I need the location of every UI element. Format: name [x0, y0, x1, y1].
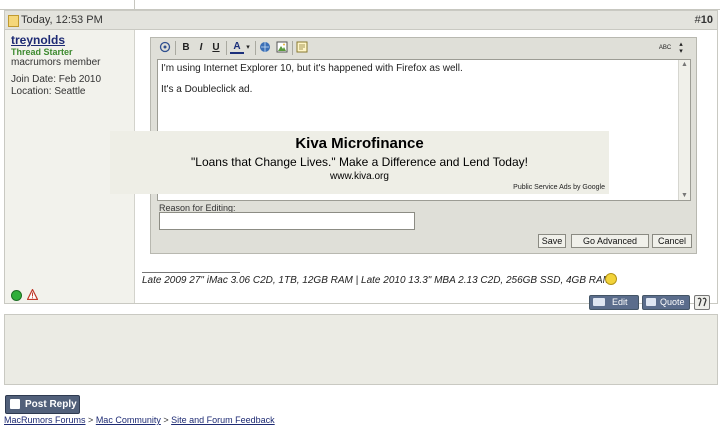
toolbar-menu-icon[interactable] [159, 41, 171, 55]
toolbar-separator [255, 41, 256, 55]
user-title: macrumors member [11, 57, 101, 68]
image-icon [276, 41, 288, 53]
post-date: Today, 12:53 PM [21, 14, 103, 26]
post-icon [8, 15, 19, 27]
thread-starter-label: Thread Starter [11, 47, 73, 57]
textarea-scrollbar[interactable]: ▲ ▼ [678, 60, 690, 200]
ad-attribution[interactable]: Public Service Ads by Google [513, 184, 605, 191]
quote-block-icon [296, 41, 308, 53]
breadcrumb-link-forums[interactable]: MacRumors Forums [4, 415, 86, 425]
insert-image-icon[interactable] [276, 41, 288, 55]
post-number[interactable]: #10 [695, 14, 713, 26]
breadcrumb-link-feedback[interactable]: Site and Forum Feedback [171, 415, 275, 425]
globe-icon [260, 42, 270, 52]
breadcrumb-separator: > [88, 415, 94, 425]
cancel-button[interactable]: Cancel [652, 234, 692, 248]
online-status-icon [11, 290, 22, 301]
post-header: Today, 12:53 PM #10 [5, 11, 717, 30]
toolbar-separator [292, 41, 293, 55]
previous-post-bottom [0, 0, 720, 10]
breadcrumb-link-community[interactable]: Mac Community [96, 415, 161, 425]
format-icon [159, 41, 171, 53]
quote-label: Quote [660, 297, 685, 307]
font-color-button[interactable]: A [230, 41, 244, 54]
spellcheck-button[interactable]: ABC [658, 41, 672, 55]
post-reply-button[interactable]: Post Reply [5, 395, 80, 414]
edit-label: Edit [612, 297, 628, 307]
italic-button[interactable]: I [195, 41, 207, 55]
quote-button[interactable]: Quote [642, 295, 690, 310]
breadcrumb-separator: > [163, 415, 169, 425]
save-button[interactable]: Save [538, 234, 566, 248]
ad-url[interactable]: www.kiva.org [110, 171, 609, 182]
go-advanced-button[interactable]: Go Advanced [571, 234, 649, 248]
signature: Late 2009 27" iMac 3.06 C2D, 1TB, 12GB R… [142, 275, 611, 286]
multiquote-icon [697, 297, 707, 307]
username-link[interactable]: treynolds [11, 33, 65, 47]
scroll-up-icon[interactable]: ▲ [681, 61, 688, 68]
bold-button[interactable]: B [180, 41, 192, 55]
reason-input[interactable] [159, 212, 415, 230]
resize-arrows-icon[interactable]: ▴ ▾ [677, 41, 685, 55]
empty-panel [4, 314, 718, 385]
underline-button[interactable]: U [210, 41, 222, 55]
ad-title[interactable]: Kiva Microfinance [110, 135, 609, 152]
multiquote-button[interactable] [694, 295, 710, 310]
user-location: Location: Seattle [11, 86, 86, 97]
edit-icon [593, 298, 605, 306]
message-line-1: I'm using Internet Explorer 10, but it's… [161, 63, 463, 74]
report-icon[interactable] [27, 289, 38, 300]
smiley-icon [605, 273, 617, 285]
toolbar-separator [226, 41, 227, 55]
insert-link-icon[interactable] [259, 41, 271, 55]
post-reply-label: Post Reply [25, 399, 77, 410]
scroll-down-icon[interactable]: ▼ [681, 192, 688, 199]
join-date: Join Date: Feb 2010 [11, 74, 102, 85]
message-line-2: It's a Doubleclick ad. [161, 84, 253, 95]
signature-divider [142, 272, 240, 273]
toolbar-separator [175, 41, 176, 55]
editor-toolbar: B I U A ▾ ABC ▴ ▾ [151, 38, 696, 58]
ad-tagline[interactable]: "Loans that Change Lives." Make a Differ… [110, 155, 609, 169]
breadcrumb: MacRumors Forums > Mac Community > Site … [4, 415, 275, 425]
insert-quote-icon[interactable] [296, 41, 308, 55]
post-number-value[interactable]: 10 [701, 14, 713, 26]
quote-icon [646, 298, 656, 306]
chevron-down-icon[interactable]: ▾ [245, 41, 251, 55]
signature-text: Late 2009 27" iMac 3.06 C2D, 1TB, 12GB R… [142, 275, 612, 286]
edit-button[interactable]: Edit [589, 295, 639, 310]
reply-icon [10, 399, 20, 409]
kiva-ad-banner[interactable]: Kiva Microfinance "Loans that Change Liv… [110, 131, 609, 194]
